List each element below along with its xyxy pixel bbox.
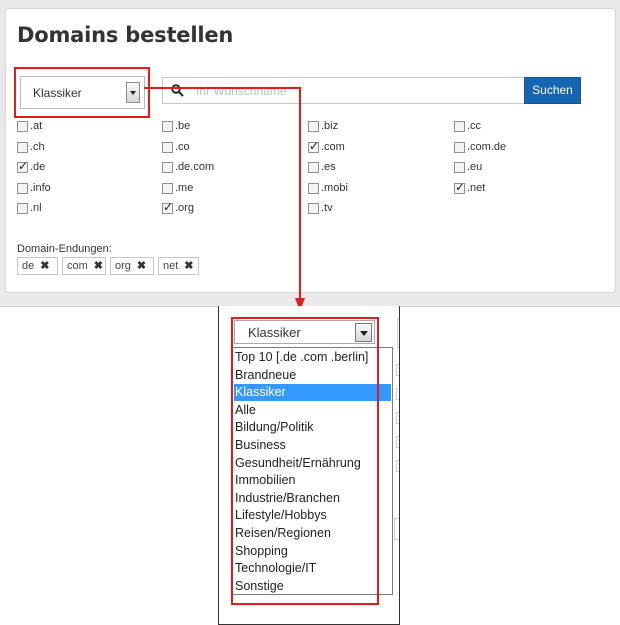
- zoom-checkbox-edge: [396, 364, 399, 376]
- dropdown-highlight-frame: [231, 317, 379, 605]
- zoom-checkbox-edge: [396, 436, 399, 448]
- zoom-search-edge: [397, 318, 399, 348]
- zoom-checkbox-edge: [396, 460, 399, 472]
- dropdown-zoom-panel: Klassiker Top 10 [.de .com .berlin] Brand…: [218, 306, 400, 625]
- zoom-checkbox-edge: [396, 412, 399, 424]
- zoom-tag-edge: [394, 518, 399, 540]
- zoom-checkbox-edge: [396, 388, 399, 400]
